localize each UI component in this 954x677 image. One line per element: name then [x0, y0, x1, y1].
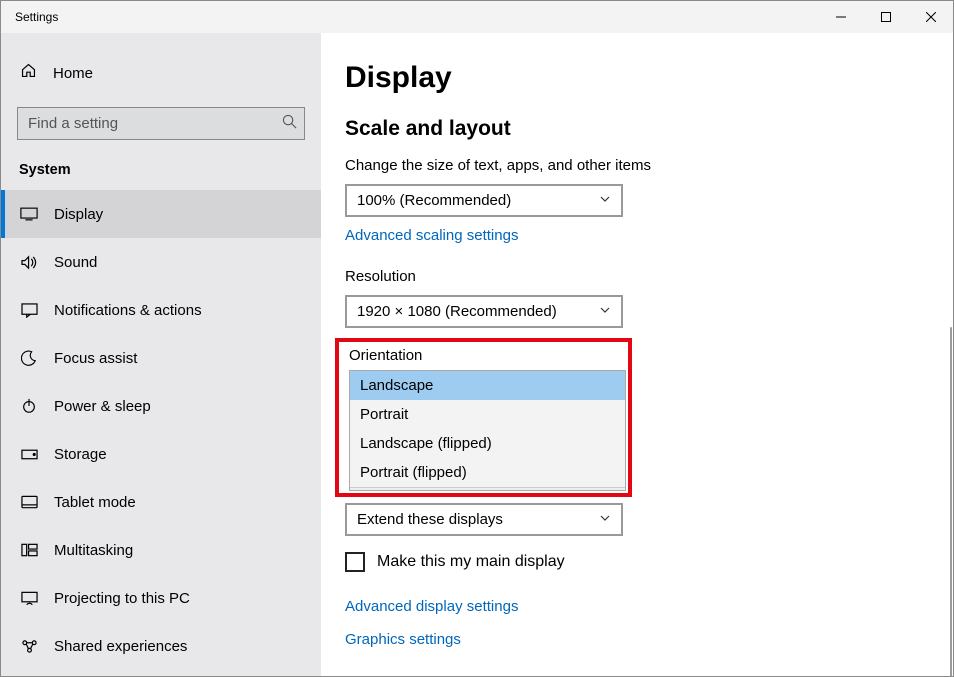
multiple-displays-dropdown[interactable]: Extend these displays [345, 503, 623, 536]
storage-icon [20, 447, 38, 461]
nav-display[interactable]: Display [1, 190, 321, 238]
dropdown-separator [350, 487, 625, 490]
graphics-settings-link[interactable]: Graphics settings [345, 631, 953, 648]
nav-sound[interactable]: Sound [1, 238, 321, 286]
search-input[interactable] [17, 107, 305, 140]
advanced-display-link[interactable]: Advanced display settings [345, 598, 953, 615]
nav-label: Power & sleep [54, 398, 151, 415]
titlebar: Settings [1, 1, 953, 33]
resolution-label: Resolution [345, 268, 953, 285]
multiple-displays-value: Extend these displays [357, 511, 503, 528]
nav-storage[interactable]: Storage [1, 430, 321, 478]
advanced-scaling-link[interactable]: Advanced scaling settings [345, 227, 953, 244]
orientation-highlight: Orientation Landscape Portrait Landscape… [335, 338, 632, 497]
notifications-icon [20, 303, 38, 318]
nav-label: Focus assist [54, 350, 137, 367]
close-button[interactable] [908, 1, 953, 33]
window-body: Home System Display Sound [1, 33, 953, 676]
nav-focus-assist[interactable]: Focus assist [1, 334, 321, 382]
search-box[interactable] [17, 107, 305, 140]
nav-label: Tablet mode [54, 494, 136, 511]
nav-label: Storage [54, 446, 107, 463]
orientation-label: Orientation [347, 347, 620, 364]
section-heading: Scale and layout [345, 117, 953, 141]
scale-label: Change the size of text, apps, and other… [345, 157, 953, 174]
content-pane: Display Scale and layout Change the size… [321, 33, 953, 676]
orientation-option-landscape-flipped[interactable]: Landscape (flipped) [350, 429, 625, 458]
chevron-down-icon [599, 192, 611, 209]
scrollbar[interactable] [949, 33, 953, 676]
nav-label: Notifications & actions [54, 302, 202, 319]
nav-notifications[interactable]: Notifications & actions [1, 286, 321, 334]
page-title: Display [345, 61, 953, 95]
settings-window: Settings Home [0, 0, 954, 677]
focus-assist-icon [20, 350, 38, 366]
sound-icon [20, 255, 38, 270]
multitasking-icon [20, 543, 38, 557]
orientation-option-portrait[interactable]: Portrait [350, 400, 625, 429]
resolution-value: 1920 × 1080 (Recommended) [357, 303, 557, 320]
chevron-down-icon [599, 511, 611, 528]
nav-label: Sound [54, 254, 97, 271]
scale-value: 100% (Recommended) [357, 192, 511, 209]
nav-shared-experiences[interactable]: Shared experiences [1, 622, 321, 670]
orientation-option-portrait-flipped[interactable]: Portrait (flipped) [350, 458, 625, 487]
scale-dropdown[interactable]: 100% (Recommended) [345, 184, 623, 217]
window-controls [818, 1, 953, 33]
maximize-button[interactable] [863, 1, 908, 33]
sidebar: Home System Display Sound [1, 33, 321, 676]
nav-projecting[interactable]: Projecting to this PC [1, 574, 321, 622]
search-icon [282, 114, 297, 134]
scrollbar-thumb[interactable] [950, 327, 952, 676]
power-icon [20, 398, 38, 414]
main-display-label: Make this my main display [377, 553, 565, 571]
shared-icon [20, 639, 38, 654]
main-display-checkbox[interactable] [345, 552, 365, 572]
section-heading: System [1, 148, 321, 190]
projecting-icon [20, 591, 38, 606]
nav-label: Projecting to this PC [54, 590, 190, 607]
nav-tablet-mode[interactable]: Tablet mode [1, 478, 321, 526]
nav-multitasking[interactable]: Multitasking [1, 526, 321, 574]
minimize-button[interactable] [818, 1, 863, 33]
main-display-checkbox-row[interactable]: Make this my main display [345, 552, 953, 572]
home-icon [20, 62, 37, 84]
home-label: Home [53, 65, 93, 82]
nav-label: Display [54, 206, 103, 223]
tablet-icon [20, 495, 38, 510]
window-title: Settings [1, 10, 58, 24]
orientation-dropdown-open[interactable]: Landscape Portrait Landscape (flipped) P… [349, 370, 626, 491]
chevron-down-icon [599, 303, 611, 320]
home-nav[interactable]: Home [1, 51, 321, 95]
nav-label: Multitasking [54, 542, 133, 559]
nav-power-sleep[interactable]: Power & sleep [1, 382, 321, 430]
orientation-option-landscape[interactable]: Landscape [350, 371, 625, 400]
resolution-dropdown[interactable]: 1920 × 1080 (Recommended) [345, 295, 623, 328]
nav-label: Shared experiences [54, 638, 187, 655]
display-icon [20, 207, 38, 221]
